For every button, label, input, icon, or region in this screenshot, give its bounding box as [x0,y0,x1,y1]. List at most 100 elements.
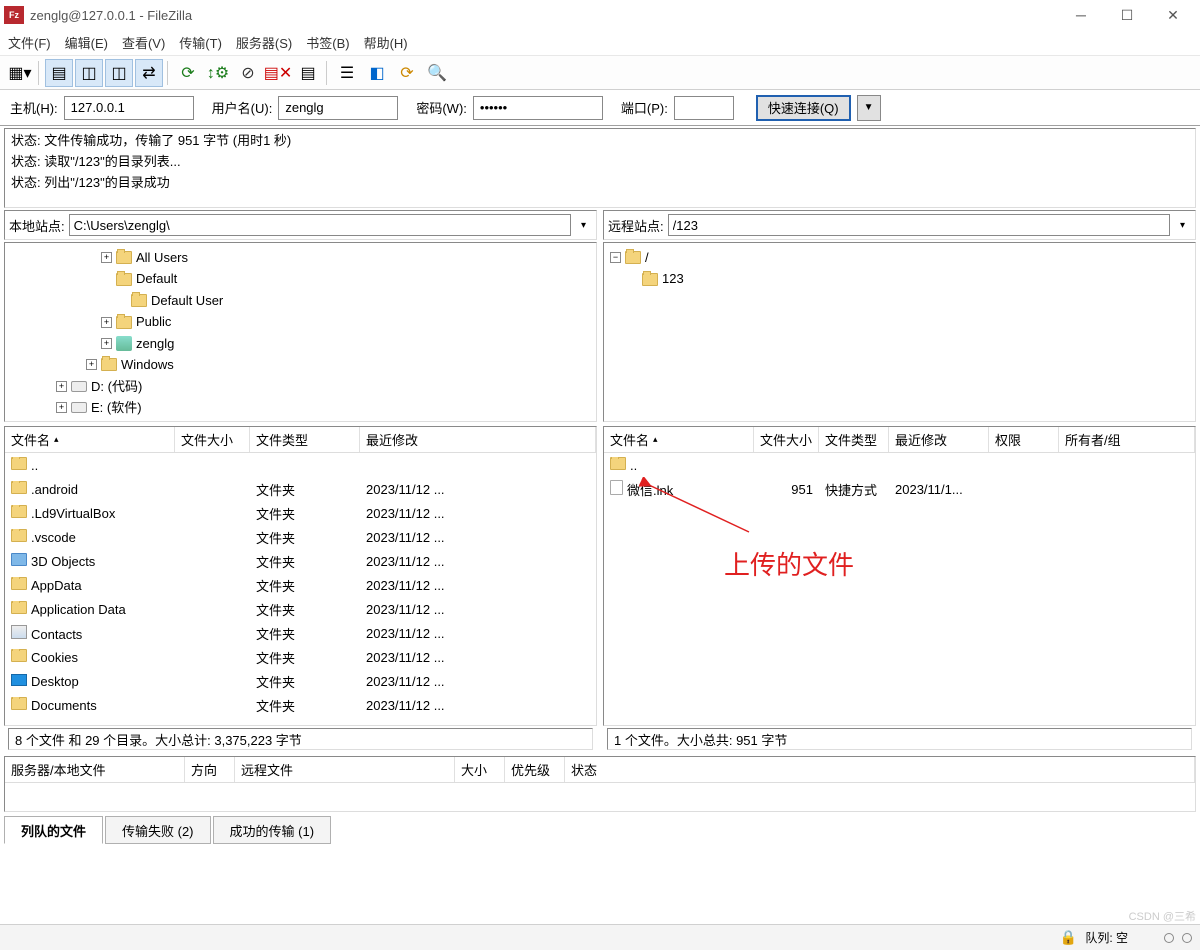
compare-icon[interactable]: ◧ [363,59,391,87]
menu-edit[interactable]: 编辑(E) [65,33,108,52]
sitemanager-icon[interactable]: ▦▾ [6,59,34,87]
menu-help[interactable]: 帮助(H) [364,33,408,52]
log-line: 状态: 读取"/123"的目录列表... [11,152,1189,173]
tree-item[interactable]: +zenglg [11,333,590,354]
quickconnect-button[interactable]: 快速连接(Q) [756,95,851,121]
contacts-icon [11,625,27,639]
window-title: zenglg@127.0.0.1 - FileZilla [30,8,1058,23]
col-size[interactable]: 大小 [455,757,505,782]
process-queue-icon[interactable]: ↕⚙ [204,59,232,87]
col-priority[interactable]: 优先级 [505,757,565,782]
tree-node-label: E: (软件) [91,397,142,418]
expand-icon[interactable]: + [101,338,112,349]
port-input[interactable] [674,96,734,120]
reconnect-icon[interactable]: ▤ [294,59,322,87]
tab-queue[interactable]: 列队的文件 [4,816,103,844]
tree-item[interactable]: +D: (代码) [11,376,590,397]
local-list-body[interactable]: ...android文件夹2023/11/12 ....Ld9VirtualBo… [5,453,596,725]
col-server[interactable]: 服务器/本地文件 [5,757,185,782]
col-type[interactable]: 文件类型 [250,427,360,452]
list-item[interactable]: 微信.lnk951快捷方式2023/11/1... [604,477,1195,501]
col-name[interactable]: 文件名▴ [604,427,754,452]
tree-item[interactable]: − / [610,247,1189,268]
list-item[interactable]: .Ld9VirtualBox文件夹2023/11/12 ... [5,501,596,525]
toggle-queue-icon[interactable]: ⇄ [135,59,163,87]
col-date[interactable]: 最近修改 [360,427,596,452]
list-item[interactable]: .vscode文件夹2023/11/12 ... [5,525,596,549]
tab-failed[interactable]: 传输失败 (2) [105,816,211,844]
transfer-panel: 服务器/本地文件 方向 远程文件 大小 优先级 状态 [4,756,1196,812]
list-item[interactable]: Contacts文件夹2023/11/12 ... [5,621,596,645]
list-item[interactable]: Cookies文件夹2023/11/12 ... [5,645,596,669]
list-item[interactable]: AppData文件夹2023/11/12 ... [5,573,596,597]
col-size[interactable]: 文件大小 [754,427,819,452]
col-size[interactable]: 文件大小 [175,427,250,452]
list-item[interactable]: 3D Objects文件夹2023/11/12 ... [5,549,596,573]
local-site-input[interactable] [69,214,571,236]
col-owner[interactable]: 所有者/组 [1059,427,1195,452]
disconnect-icon[interactable]: ▤✕ [264,59,292,87]
tab-success[interactable]: 成功的传输 (1) [213,816,332,844]
tree-item[interactable]: + E: (软件) [11,397,590,418]
tree-item[interactable]: +Windows [11,354,590,375]
search-icon[interactable]: 🔍 [423,59,451,87]
remote-tree[interactable]: − / 123 [603,242,1196,422]
cancel-icon[interactable]: ⊘ [234,59,262,87]
local-tree[interactable]: +All UsersDefaultDefault User+Public+zen… [4,242,597,422]
expand-icon[interactable]: + [101,317,112,328]
tree-item[interactable]: Default [11,268,590,289]
collapse-icon[interactable]: − [610,252,621,263]
toggle-log-icon[interactable]: ▤ [45,59,73,87]
remote-site-label: 远程站点: [608,216,664,235]
list-item[interactable]: Documents文件夹2023/11/12 ... [5,693,596,717]
col-status[interactable]: 状态 [565,757,1195,782]
menu-transfer[interactable]: 传输(T) [179,33,222,52]
refresh-icon[interactable]: ⟳ [174,59,202,87]
folder-icon [11,577,27,590]
remote-list-body[interactable]: ..微信.lnk951快捷方式2023/11/1... [604,453,1195,725]
expand-icon[interactable]: + [86,359,97,370]
menu-bookmark[interactable]: 书签(B) [306,33,349,52]
menubar: 文件(F) 编辑(E) 查看(V) 传输(T) 服务器(S) 书签(B) 帮助(… [0,30,1200,56]
expand-icon[interactable]: + [101,252,112,263]
password-input[interactable] [473,96,603,120]
col-date[interactable]: 最近修改 [889,427,989,452]
expand-icon[interactable]: + [56,381,67,392]
col-direction[interactable]: 方向 [185,757,235,782]
list-item[interactable]: .android文件夹2023/11/12 ... [5,477,596,501]
tree-item[interactable]: Default User [11,290,590,311]
list-item[interactable]: .. [604,453,1195,477]
folder-icon [116,273,132,286]
list-item[interactable]: Application Data文件夹2023/11/12 ... [5,597,596,621]
sync-icon[interactable]: ⟳ [393,59,421,87]
remote-site-dropdown[interactable]: ▾ [1174,220,1191,231]
close-button[interactable]: ✕ [1150,1,1196,29]
toggle-localtree-icon[interactable]: ◫ [75,59,103,87]
menu-server[interactable]: 服务器(S) [236,33,292,52]
col-remote[interactable]: 远程文件 [235,757,455,782]
col-name[interactable]: 文件名▴ [5,427,175,452]
filter-icon[interactable]: ☰ [333,59,361,87]
toggle-remotetree-icon[interactable]: ◫ [105,59,133,87]
list-item[interactable]: Desktop文件夹2023/11/12 ... [5,669,596,693]
menu-view[interactable]: 查看(V) [122,33,165,52]
col-perm[interactable]: 权限 [989,427,1059,452]
maximize-button[interactable]: ☐ [1104,1,1150,29]
remote-site-input[interactable] [668,214,1170,236]
tree-item[interactable]: 123 [610,268,1189,289]
host-input[interactable] [64,96,194,120]
menu-file[interactable]: 文件(F) [8,33,51,52]
tree-item[interactable]: +All Users [11,247,590,268]
log-panel[interactable]: 状态: 文件传输成功，传输了 951 字节 (用时1 秒) 状态: 读取"/12… [4,128,1196,208]
username-input[interactable] [278,96,398,120]
quickconnect-dropdown[interactable]: ▼ [857,95,881,121]
tree-node-label: / [645,247,649,268]
list-item[interactable]: .. [5,453,596,477]
local-site-dropdown[interactable]: ▾ [575,220,592,231]
minimize-button[interactable]: ─ [1058,1,1104,29]
tree-item[interactable]: +Public [11,311,590,332]
password-label: 密码(W): [416,98,467,117]
folder-icon [11,697,27,710]
col-type[interactable]: 文件类型 [819,427,889,452]
expand-icon[interactable]: + [56,402,67,413]
